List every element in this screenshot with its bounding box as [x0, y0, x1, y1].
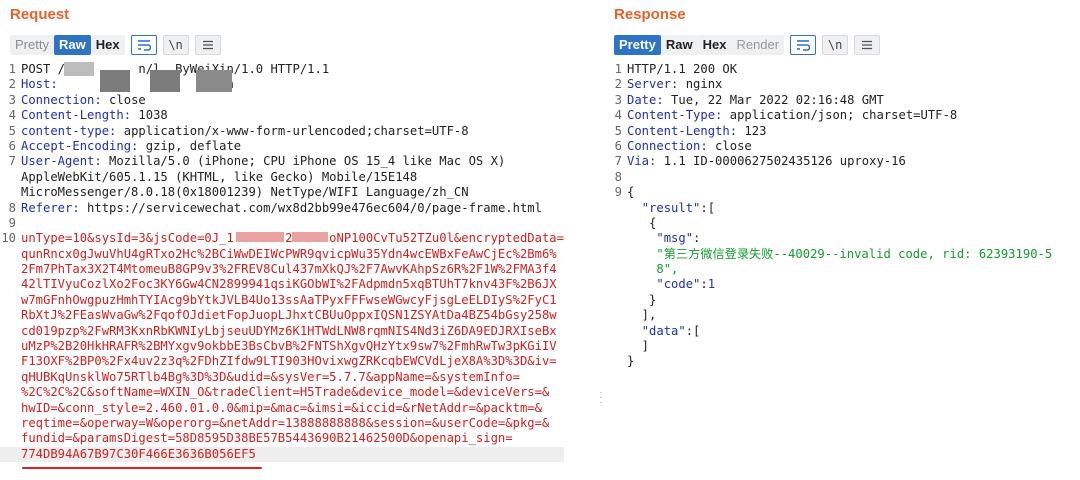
- request-line: 2 Host: n: [8, 77, 234, 92]
- wrap-lines-icon: [137, 40, 151, 51]
- request-body-line: RbXtJ%2FEasWvaGw%2FqofOJdietFopJuopLJhxt…: [21, 308, 557, 323]
- raw-tab[interactable]: Raw: [660, 35, 698, 55]
- response-line: 1 HTTP/1.1 200 OK: [614, 62, 738, 76]
- hamburger-icon: [862, 40, 873, 50]
- response-line: 9{: [614, 185, 635, 200]
- json-line: "第三方微信登录失败--40029--invalid code, rid: 62…: [656, 246, 1053, 261]
- json-line: "result":[: [641, 200, 716, 215]
- request-line: 8 Referer: https://servicewechat.com/wx8d…: [8, 200, 542, 215]
- request-body-line: 42lTIVyuCozlXo2Foc3KY6Gw4CN2899941qsiKGO…: [21, 277, 557, 292]
- response-panel: Response Pretty Raw Hex Render \n 1 HTTP/…: [606, 0, 1080, 480]
- pretty-tab[interactable]: Pretty: [614, 35, 661, 55]
- json-line: ],: [627, 308, 657, 323]
- request-body-line-selected: 774DB94A67B97C30F466E3636B056EF5: [0, 446, 564, 463]
- json-line: ]: [627, 339, 650, 354]
- redaction-block: [292, 232, 328, 242]
- request-body-line: 2Fm7PhTax3X2T4MtomeuB8GP9v3%2FREV8Cul437…: [21, 262, 557, 277]
- redaction-block: [100, 70, 130, 92]
- sign-underline-annotation: [22, 467, 262, 469]
- redaction-block: [150, 70, 180, 92]
- request-toolbar: Pretty Raw Hex \n: [10, 35, 221, 55]
- menu-button[interactable]: [194, 35, 221, 55]
- request-body-line: reqtime=&operway=W&operorg=&netAddr=1388…: [21, 415, 550, 430]
- request-line-continuation: MicroMessenger/8.0.18(0x18001239) NetTyp…: [21, 185, 469, 200]
- render-tab[interactable]: Render: [731, 35, 785, 55]
- request-title: Request: [10, 6, 70, 23]
- json-line: }: [627, 354, 635, 369]
- newline-icon: \n: [168, 38, 183, 52]
- request-body-line: w7mGFnhOwgpuzHmhTYIAcg9bYtkJVLB4Uo13ssAa…: [21, 292, 557, 307]
- hex-tab[interactable]: Hex: [90, 35, 125, 55]
- request-line: 6 Accept-Encoding: gzip, deflate: [8, 138, 242, 153]
- request-body-line: hwID=&conn_style=2.460.01.0.0&mip=&mac=&…: [21, 400, 542, 415]
- request-body-line: F13OXF%2BP0%2Fx4uv2z3q%2FDhZIfdw9LTI903H…: [21, 354, 557, 369]
- hex-tab[interactable]: Hex: [697, 35, 732, 55]
- wrap-lines-button[interactable]: [790, 35, 817, 55]
- json-line: }: [627, 292, 657, 307]
- request-body-line: qHUBKqUnsklWo75RTlb4Bg%3D%3D&udid=&sysVe…: [21, 369, 520, 384]
- request-body-line: %2C%2C%2C&softName=WXIN_O&tradeClient=H5…: [21, 385, 550, 400]
- response-toolbar: Pretty Raw Hex Render \n: [614, 35, 881, 55]
- response-line: 3 Date: Tue, 22 Mar 2022 02:16:48 GMT: [614, 92, 884, 107]
- request-editor[interactable]: 1 POST / n/l ByWeiXin/1.0 HTTP/1.1 2 Host:…: [0, 62, 564, 463]
- hamburger-icon: [202, 40, 213, 50]
- newline-toggle-button[interactable]: \n: [162, 35, 189, 55]
- raw-tab[interactable]: Raw: [53, 35, 91, 55]
- request-body-line: uMzP%2B20HkHRAFR%2BMYxgv9okbbE3BsCbvB%2F…: [21, 339, 557, 354]
- request-panel: Request Pretty Raw Hex \n 1 POST / n/l By…: [0, 0, 590, 480]
- newline-icon: \n: [827, 38, 843, 52]
- json-line: "code":1: [656, 277, 716, 292]
- menu-button[interactable]: [854, 35, 881, 55]
- json-line: {: [627, 215, 657, 230]
- response-line: 5 Content-Length: 123: [614, 123, 767, 138]
- response-line: 7 Via: 1.1 ID-0000627502435126 uproxy-16: [614, 154, 906, 169]
- request-line: 9: [8, 215, 16, 230]
- json-line: "data":[: [641, 323, 701, 338]
- response-editor[interactable]: 1 HTTP/1.1 200 OK 2 Server: nginx 3 Date: T…: [606, 62, 1053, 370]
- redaction-block: [64, 62, 94, 76]
- pretty-tab[interactable]: Pretty: [10, 35, 54, 55]
- wrap-lines-icon: [797, 40, 811, 51]
- panel-resize-handle[interactable]: · · ·: [598, 388, 604, 408]
- request-line: 4 Content-Length: 1038: [8, 108, 168, 123]
- request-body-line: cd019pzp%2FwRM3KxnRbKWNIyLbjseuUDYMz6K1H…: [21, 323, 557, 338]
- request-line: 3 Connection: close: [8, 92, 146, 107]
- json-line: "msg":: [656, 231, 701, 246]
- response-line: 6 Connection: close: [614, 138, 752, 153]
- wrap-lines-button[interactable]: [130, 35, 157, 55]
- response-line: 8: [614, 169, 622, 184]
- request-line-continuation: AppleWebKit/605.1.15 (KHTML, like Gecko)…: [21, 169, 418, 184]
- request-line: 7 User-Agent: Mozilla/5.0 (iPhone; CPU iP…: [8, 154, 506, 169]
- json-line: 8",: [656, 262, 679, 277]
- redaction-block: [196, 70, 232, 92]
- request-line: 5 content-type: application/x-www-form-ur…: [8, 123, 469, 138]
- response-line: 2 Server: nginx: [614, 77, 723, 92]
- request-body-line: qunRncx0gJwuVhU4gRTxo2Hc%2BCiWwDEIWcPWR9…: [21, 246, 557, 261]
- request-body-line: fundid=&paramsDigest=58D8595D38BE57B5443…: [21, 431, 513, 446]
- newline-toggle-button[interactable]: \n: [822, 35, 849, 55]
- redaction-block: [236, 232, 284, 242]
- response-line: 4 Content-Type: application/json; charset…: [614, 108, 958, 123]
- response-title: Response: [614, 6, 686, 23]
